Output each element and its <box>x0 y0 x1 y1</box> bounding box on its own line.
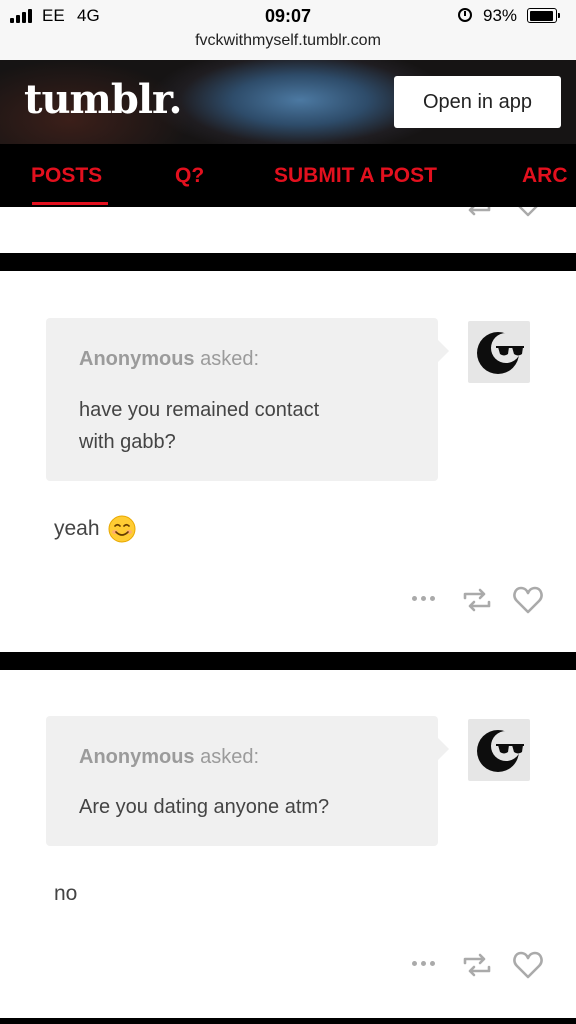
question-text: Are you dating anyone atm? <box>79 791 399 823</box>
reblog-icon[interactable] <box>462 951 492 979</box>
asker-line: Anonymous asked: <box>79 746 259 769</box>
post-card-previous <box>0 207 576 253</box>
more-icon[interactable] <box>412 596 440 604</box>
battery-icon <box>527 8 560 23</box>
alarm-icon <box>458 8 472 22</box>
reblog-icon[interactable] <box>462 586 492 614</box>
more-icon[interactable] <box>412 961 440 969</box>
nav-item-submit[interactable]: SUBMIT A POST <box>274 164 437 188</box>
smiling-face-emoji-icon <box>108 515 136 543</box>
answer-label: no <box>54 882 78 905</box>
avatar-sunglasses-icon <box>477 730 524 772</box>
post-actions <box>408 949 548 981</box>
like-icon[interactable] <box>512 585 544 615</box>
blog-header: tumblr. Open in app <box>0 60 576 144</box>
answer-text: yeah <box>54 515 136 543</box>
ask-post: Anonymous asked: Are you dating anyone a… <box>0 670 576 1018</box>
tumblr-logo[interactable]: tumblr. <box>24 76 182 123</box>
asker-name[interactable]: Anonymous <box>79 746 195 768</box>
like-icon[interactable] <box>512 950 544 980</box>
question-line: Are you dating anyone atm? <box>79 796 330 818</box>
avatar-sunglasses-icon <box>477 332 524 374</box>
reblog-icon[interactable] <box>462 207 492 217</box>
avatar[interactable] <box>468 321 530 383</box>
nav-item-posts[interactable]: POSTS <box>31 164 102 188</box>
nav-item-archive[interactable]: ARC <box>522 164 568 188</box>
question-line: have you remained contact <box>79 399 320 421</box>
battery-percent: 93% <box>483 6 518 25</box>
nav-item-questions[interactable]: Q? <box>175 164 204 188</box>
answer-label: yeah <box>54 517 100 540</box>
like-icon[interactable] <box>514 207 542 217</box>
open-in-app-button[interactable]: Open in app <box>394 76 561 128</box>
asked-label: asked: <box>200 348 260 370</box>
nav-active-indicator <box>32 202 108 205</box>
blog-nav: POSTS Q? SUBMIT A POST ARC <box>0 144 576 207</box>
ask-bubble: Anonymous asked: have you remained conta… <box>46 318 449 481</box>
ask-bubble: Anonymous asked: Are you dating anyone a… <box>46 716 449 846</box>
status-bar: EE 4G 09:07 93% fvckwithmyself.tumblr.co… <box>0 0 576 60</box>
post-actions <box>408 584 548 616</box>
asker-line: Anonymous asked: <box>79 348 259 371</box>
asker-name[interactable]: Anonymous <box>79 348 195 370</box>
address-bar-url[interactable]: fvckwithmyself.tumblr.com <box>0 32 576 50</box>
answer-text: no <box>54 882 77 906</box>
asked-label: asked: <box>200 746 260 768</box>
avatar[interactable] <box>468 719 530 781</box>
question-line: with gabb? <box>79 431 176 453</box>
ask-post: Anonymous asked: have you remained conta… <box>0 271 576 652</box>
question-text: have you remained contact with gabb? <box>79 394 399 458</box>
